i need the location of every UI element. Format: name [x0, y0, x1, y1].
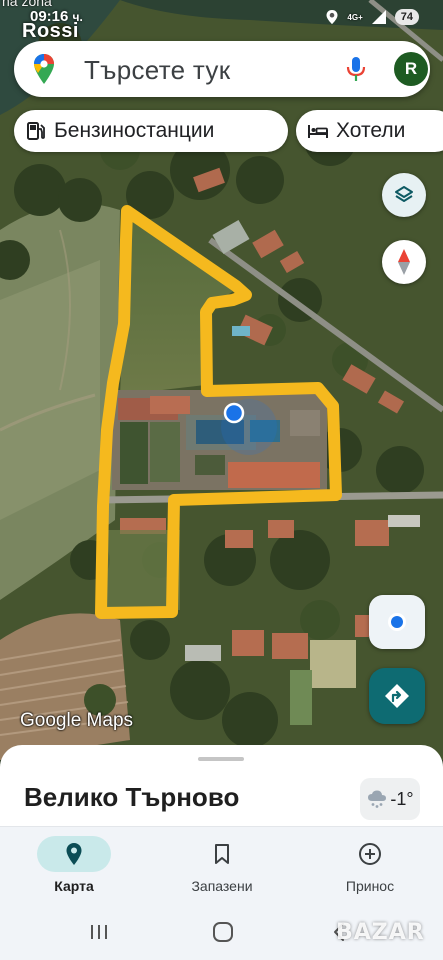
search-bar[interactable]: Търсете тук R [14, 41, 430, 97]
my-location-button[interactable] [369, 595, 425, 649]
place-name: Велико Търново [24, 782, 240, 812]
tab-explore-label: Карта [54, 878, 94, 894]
chip-hotels[interactable]: Хотели [296, 110, 443, 152]
google-maps-watermark: Google Maps [20, 710, 134, 731]
recents-icon [91, 925, 107, 939]
account-avatar[interactable]: R [394, 52, 428, 86]
location-status-icon [326, 10, 338, 24]
signal-icon [371, 10, 386, 24]
image-watermark: BAZAR [336, 920, 425, 945]
weather-temperature: -1° [390, 788, 414, 809]
tab-saved[interactable]: Запазени [148, 827, 296, 905]
chip-hotels-label: Хотели [336, 119, 406, 142]
overlay-username: Rossi [22, 20, 79, 42]
cloud-snow-icon [368, 790, 387, 808]
my-location-icon [388, 613, 406, 631]
current-location-dot [223, 402, 245, 424]
tab-contribute-label: Принос [345, 878, 395, 894]
place-bottom-sheet[interactable]: Велико Търново -1° [0, 745, 443, 835]
tab-saved-indicator [185, 836, 259, 872]
tab-explore-indicator [37, 836, 111, 872]
tab-saved-label: Запазени [191, 878, 253, 894]
compass-icon [398, 249, 410, 275]
bookmark-icon [215, 844, 229, 864]
hotel-bed-icon [308, 121, 328, 141]
map-pin-icon [66, 843, 82, 865]
battery-level: 74 [394, 9, 419, 25]
status-icons: 4G+ 74 [325, 7, 419, 27]
compass-button[interactable] [382, 240, 426, 284]
chip-gas-stations-label: Бензиностанции [54, 119, 215, 142]
tab-contribute-indicator [333, 836, 407, 872]
microphone-icon[interactable] [344, 55, 368, 83]
layers-icon [395, 186, 413, 202]
home-button[interactable] [212, 922, 234, 942]
chip-gas-stations[interactable]: Бензиностанции [14, 110, 288, 152]
search-input[interactable]: Търсете тук [84, 55, 230, 86]
home-icon [213, 922, 233, 942]
bottom-navigation: Карта Запазени Принос [0, 826, 443, 904]
directions-button[interactable] [369, 668, 425, 724]
layers-button[interactable] [382, 173, 426, 217]
add-circle-icon [359, 843, 381, 865]
status-bar: na zona 09:16 ч. Rossi 4G+ 74 [0, 0, 443, 42]
weather-badge[interactable]: -1° [360, 778, 420, 820]
gas-station-icon [26, 121, 46, 141]
google-maps-pin-icon [34, 54, 54, 84]
directions-icon [385, 684, 409, 708]
sheet-drag-handle[interactable] [198, 757, 244, 761]
tab-explore[interactable]: Карта [0, 827, 148, 905]
recents-button[interactable] [88, 922, 110, 942]
tab-contribute[interactable]: Принос [296, 827, 443, 905]
network-type: 4G+ [347, 12, 363, 22]
